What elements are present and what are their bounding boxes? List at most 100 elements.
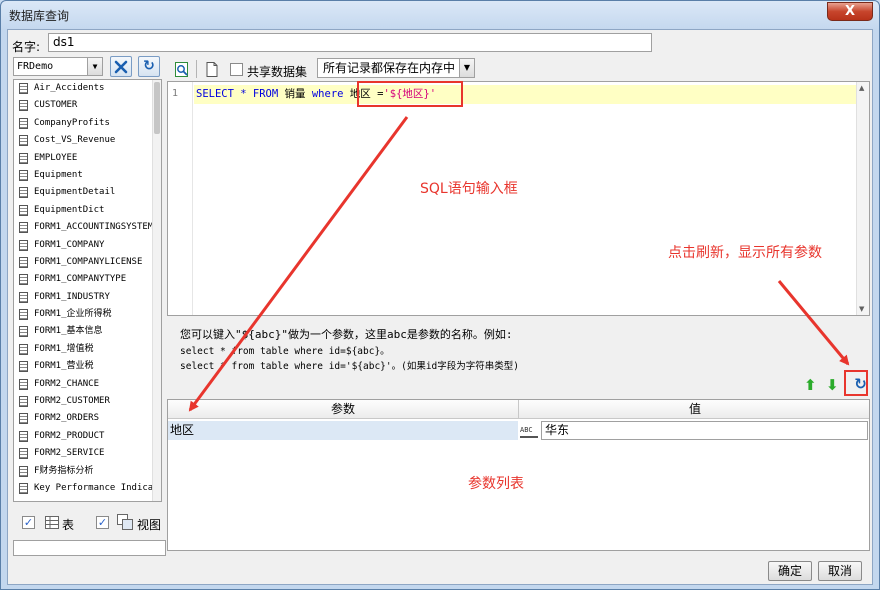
table-list: Air_Accidents CUSTOMER CompanyProfits Cost_… bbox=[13, 79, 162, 502]
sql-table-name: 销量 bbox=[278, 88, 312, 100]
datasource-select[interactable]: FRDemo ▼ bbox=[13, 57, 103, 76]
scrollbar-thumb[interactable] bbox=[154, 82, 160, 134]
list-item[interactable]: Key Performance Indicators bbox=[14, 480, 161, 497]
table-name: CompanyProfits bbox=[34, 117, 110, 128]
table-name: EMPLOYEE bbox=[34, 152, 78, 163]
list-item[interactable]: FORM1_ACCOUNTINGSYSTEM bbox=[14, 219, 161, 236]
scroll-down-icon[interactable]: ▼ bbox=[859, 305, 864, 313]
table-name: Cost_VS_Revenue bbox=[34, 135, 116, 146]
column-header-value[interactable]: 值 bbox=[519, 400, 869, 419]
shared-dataset-checkbox[interactable] bbox=[230, 63, 243, 76]
table-icon bbox=[19, 448, 28, 460]
list-item[interactable]: FORM2_CHANCE bbox=[14, 376, 161, 393]
parameter-table-header: 参数 值 bbox=[168, 400, 869, 419]
table-name: FORM1_COMPANY bbox=[34, 239, 105, 250]
annotation-param-list: 参数列表 bbox=[468, 476, 524, 492]
table-icon bbox=[19, 326, 28, 338]
table-icon bbox=[19, 135, 28, 147]
list-item[interactable]: CUSTOMER bbox=[14, 97, 161, 114]
table-search-input[interactable] bbox=[13, 540, 166, 556]
name-label: 名字: bbox=[12, 40, 41, 54]
cancel-button[interactable]: 取消 bbox=[818, 561, 862, 581]
close-button[interactable]: X bbox=[827, 2, 873, 21]
list-item[interactable]: FORM1_INDUSTRY bbox=[14, 289, 161, 306]
sql-parameter-highlight-box bbox=[357, 81, 463, 107]
list-item[interactable]: FORM2_SERVICE bbox=[14, 445, 161, 462]
name-input[interactable]: ds1 bbox=[48, 33, 652, 52]
move-down-icon[interactable]: ⬇ bbox=[826, 376, 839, 394]
table-name: FORM1_基本信息 bbox=[34, 326, 103, 337]
scroll-up-icon[interactable]: ▲ bbox=[859, 84, 864, 92]
refresh-icon: ↻ bbox=[143, 58, 155, 74]
view-checkbox[interactable]: ✓ bbox=[96, 516, 109, 529]
list-item[interactable]: FORM2_PRODUCT bbox=[14, 428, 161, 445]
table-icon bbox=[19, 100, 28, 112]
chevron-down-icon: ▼ bbox=[459, 59, 474, 77]
tools-icon bbox=[114, 60, 128, 74]
memory-mode-select[interactable]: 所有记录都保存在内存中 ▼ bbox=[317, 58, 475, 78]
list-item[interactable]: FORM1_COMPANYTYPE bbox=[14, 271, 161, 288]
parameter-value-input[interactable]: 华东 bbox=[541, 421, 868, 440]
sql-line[interactable]: SELECT * FROM 销量 where 地区 ='${地区}' bbox=[194, 85, 858, 104]
edit-datasource-button[interactable] bbox=[110, 56, 132, 77]
table-name: EquipmentDict bbox=[34, 204, 105, 215]
list-item[interactable]: FORM2_ORDERS bbox=[14, 410, 161, 427]
list-item[interactable]: FORM1_COMPANYLICENSE bbox=[14, 254, 161, 271]
list-item[interactable]: EMPLOYEE bbox=[14, 150, 161, 167]
hint-line-2: select * from table where id=${abc}。 bbox=[180, 346, 390, 357]
list-item[interactable]: F财务指标分析 bbox=[14, 463, 161, 480]
annotation-sql-input: SQL语句输入框 bbox=[420, 181, 518, 197]
list-item[interactable]: FORM1_企业所得税 bbox=[14, 306, 161, 323]
table-icon bbox=[19, 482, 28, 494]
table-icon bbox=[19, 239, 28, 251]
list-item[interactable]: FORM1_增值税 bbox=[14, 341, 161, 358]
memory-mode-value: 所有记录都保存在内存中 bbox=[323, 61, 456, 75]
move-up-icon[interactable]: ⬆ bbox=[804, 376, 817, 394]
table-icon bbox=[19, 413, 28, 425]
list-item[interactable]: FORM2_CUSTOMER bbox=[14, 393, 161, 410]
table-name: Key Performance Indicators bbox=[34, 482, 161, 493]
list-item[interactable]: Air_Accidents bbox=[14, 80, 161, 97]
view-icon bbox=[117, 514, 133, 530]
view-filter-label: 视图 bbox=[137, 518, 162, 532]
annotation-refresh: 点击刷新，显示所有参数 bbox=[668, 245, 822, 261]
table-icon bbox=[19, 343, 28, 355]
chevron-down-icon: ▼ bbox=[87, 58, 102, 75]
list-item[interactable]: FORM1_营业税 bbox=[14, 358, 161, 375]
ok-button[interactable]: 确定 bbox=[768, 561, 812, 581]
refresh-tables-button[interactable]: ↻ bbox=[138, 56, 160, 77]
new-document-icon[interactable] bbox=[204, 61, 220, 78]
list-item[interactable]: EquipmentDict bbox=[14, 202, 161, 219]
list-item[interactable]: EquipmentDetail bbox=[14, 184, 161, 201]
list-item[interactable]: CompanyProfits bbox=[14, 115, 161, 132]
sql-editor[interactable]: 1 SELECT * FROM 销量 where 地区 ='${地区}' ▲ ▼ bbox=[167, 81, 870, 316]
table-name: Equipment bbox=[34, 169, 83, 180]
hint-line-3: select * from table where id='${abc}'。(如… bbox=[180, 361, 519, 372]
table-name: FORM1_COMPANYTYPE bbox=[34, 274, 127, 285]
table-icon bbox=[19, 117, 28, 129]
table-row[interactable]: 地区 ABC 华东 bbox=[168, 421, 869, 440]
table-name: CUSTOMER bbox=[34, 100, 78, 111]
sql-keyword-from: FROM bbox=[252, 88, 279, 100]
table-name: FORM2_CHANCE bbox=[34, 378, 100, 389]
list-item[interactable]: Cost_VS_Revenue bbox=[14, 132, 161, 149]
text-type-icon[interactable]: ABC bbox=[520, 423, 538, 438]
table-name: FORM1_企业所得税 bbox=[34, 309, 112, 320]
table-icon bbox=[19, 222, 28, 234]
editor-scrollbar[interactable]: ▲ ▼ bbox=[856, 82, 869, 315]
list-item[interactable]: FORM1_基本信息 bbox=[14, 323, 161, 340]
preview-icon[interactable] bbox=[174, 61, 190, 78]
table-checkbox[interactable]: ✓ bbox=[22, 516, 35, 529]
sql-keyword-where: where bbox=[311, 88, 344, 100]
table-list-scrollbar[interactable] bbox=[152, 80, 161, 501]
list-item[interactable]: Equipment bbox=[14, 167, 161, 184]
table-icon bbox=[19, 83, 28, 94]
column-header-param[interactable]: 参数 bbox=[168, 400, 518, 419]
line-number: 1 bbox=[172, 88, 179, 99]
parameter-name[interactable]: 地区 bbox=[168, 421, 518, 440]
table-name: FORM1_营业税 bbox=[34, 361, 94, 372]
list-item[interactable]: FORM1_COMPANY bbox=[14, 237, 161, 254]
table-name: FORM2_CUSTOMER bbox=[34, 396, 110, 407]
table-icon bbox=[45, 516, 59, 529]
table-icon bbox=[19, 396, 28, 408]
